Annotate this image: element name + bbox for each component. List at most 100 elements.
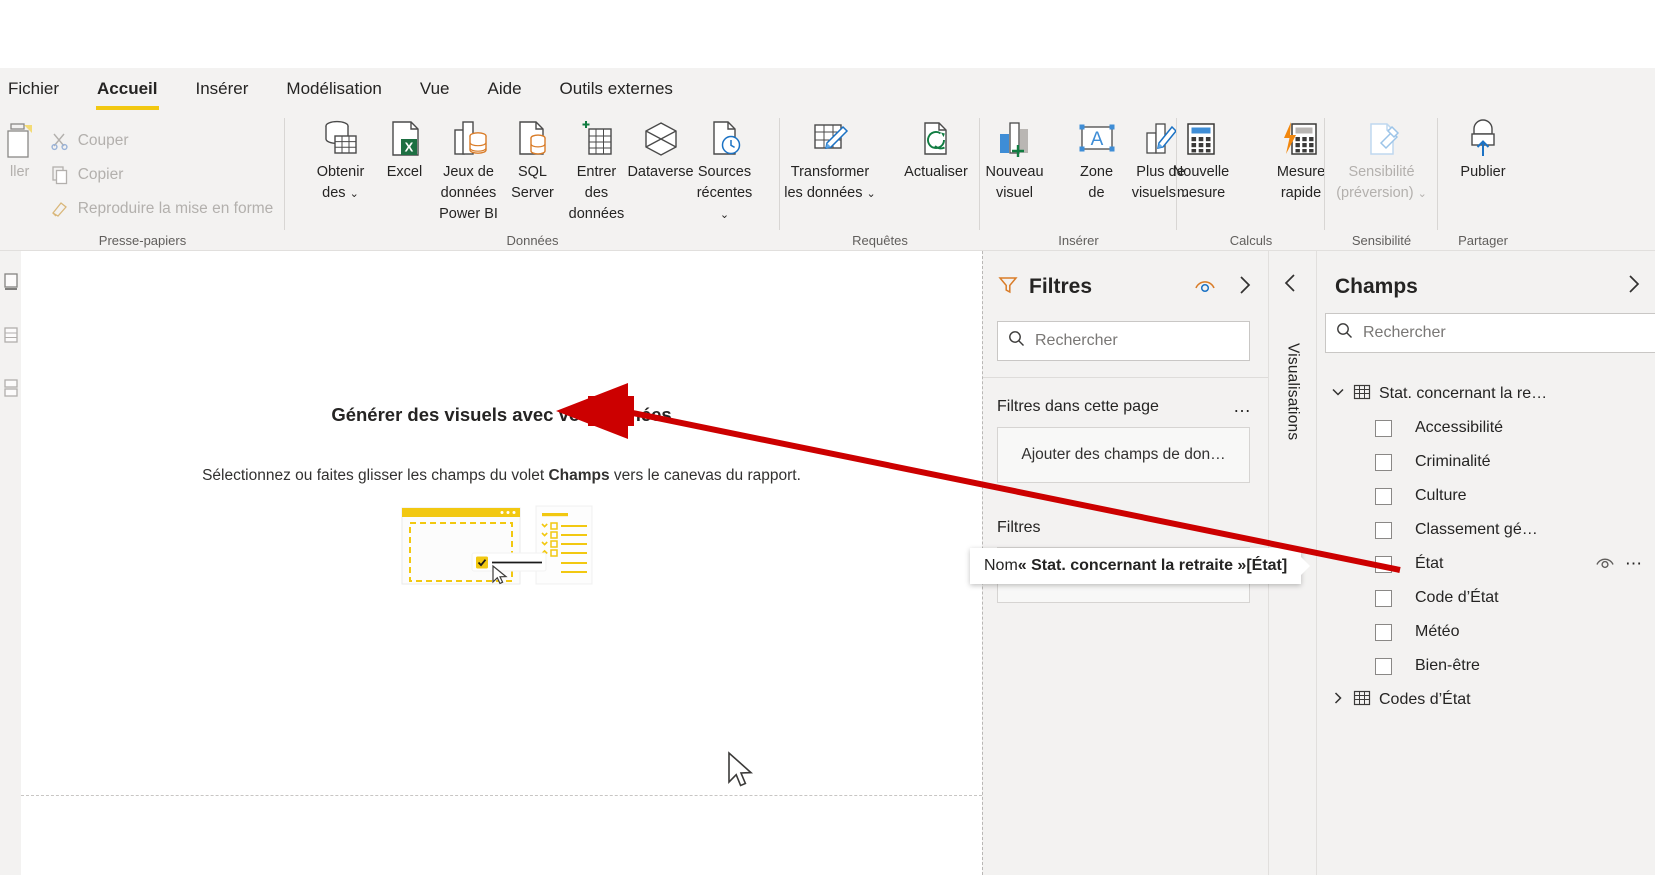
enter-data-button[interactable]: Entrer des données xyxy=(565,116,629,225)
field-label: Criminalité xyxy=(1415,453,1491,470)
more-ellipsis-icon[interactable]: ⋯ xyxy=(1625,554,1643,574)
field-label: Culture xyxy=(1415,487,1467,504)
paste-button[interactable]: ller xyxy=(0,116,48,183)
table-icon xyxy=(1353,383,1371,406)
fields-table-label: Stat. concernant la re… xyxy=(1379,385,1548,402)
report-page[interactable]: Générer des visuels avec vos données Sél… xyxy=(21,251,982,796)
field-checkbox[interactable] xyxy=(1375,487,1392,505)
filters-search-input[interactable]: Rechercher xyxy=(997,321,1250,361)
fields-search-input[interactable]: Rechercher xyxy=(1325,313,1655,353)
field-checkbox[interactable] xyxy=(1375,623,1392,641)
new-measure-button[interactable]: Nouvelle mesure xyxy=(1151,116,1251,204)
model-view-icon[interactable] xyxy=(3,379,19,402)
power-bi-desktop-window: Fichier Accueil Insérer Modélisation Vue… xyxy=(0,0,1655,875)
sql-server-icon xyxy=(510,116,556,162)
excel-button[interactable]: X Excel xyxy=(373,116,437,183)
hidden-eye-icon[interactable] xyxy=(1595,555,1615,574)
filters-page-section-header: Filtres dans cette page … xyxy=(983,378,1268,417)
publish-label: Publier xyxy=(1460,164,1506,180)
ribbon-tab-bar: Fichier Accueil Insérer Modélisation Vue… xyxy=(0,68,1655,110)
recent-sources-icon xyxy=(702,116,748,162)
cut-button[interactable]: Couper xyxy=(48,124,274,158)
powerbi-datasets-label: Jeux de données Power BI xyxy=(439,164,498,223)
report-view-icon[interactable] xyxy=(3,273,19,296)
scissors-icon xyxy=(51,133,68,151)
transform-data-button[interactable]: Transformer les données ⌄ xyxy=(774,116,886,204)
field-classement-general[interactable]: Classement gé… xyxy=(1317,513,1655,547)
tab-label: Fichier xyxy=(8,79,60,98)
filters-all-section-header: Filtres xyxy=(983,483,1268,537)
field-culture[interactable]: Culture xyxy=(1317,479,1655,513)
sensitivity-button[interactable]: Sensibilité (préversion) ⌄ xyxy=(1326,116,1438,204)
fields-expand-icon[interactable] xyxy=(1627,274,1641,300)
tooltip-suffix: [État] xyxy=(1246,557,1288,574)
field-checkbox[interactable] xyxy=(1375,453,1392,471)
empty-canvas-title: Générer des visuels avec vos données xyxy=(331,404,672,425)
dataverse-button[interactable]: Dataverse xyxy=(627,116,694,183)
dataverse-label: Dataverse xyxy=(627,164,694,180)
publish-button[interactable]: Publier xyxy=(1433,116,1533,183)
fields-table-codes-etat[interactable]: Codes d’État xyxy=(1317,683,1655,717)
field-accessibilite[interactable]: Accessibilité xyxy=(1317,411,1655,445)
group-label-donnees: Données xyxy=(506,233,559,248)
visualizations-collapse-icon[interactable] xyxy=(1283,273,1297,299)
sensitivity-icon xyxy=(1359,116,1405,162)
text-box-label: Zone de xyxy=(1079,164,1114,202)
tab-accueil[interactable]: Accueil xyxy=(81,75,173,110)
field-checkbox[interactable] xyxy=(1375,419,1392,437)
tab-modelisation[interactable]: Modélisation xyxy=(270,75,397,103)
filters-expand-icon[interactable] xyxy=(1238,275,1252,300)
group-label-requetes: Requêtes xyxy=(852,233,908,248)
field-checkbox[interactable] xyxy=(1375,521,1392,539)
chevron-down-icon[interactable] xyxy=(1331,385,1345,404)
field-bien-etre[interactable]: Bien-être xyxy=(1317,649,1655,683)
hidden-eye-icon[interactable] xyxy=(1194,277,1216,298)
filters-title: Filtres xyxy=(1029,275,1093,298)
new-visual-button[interactable]: Nouveau visuel xyxy=(965,116,1065,204)
filters-page-dropzone[interactable]: Ajouter des champs de don… xyxy=(997,427,1250,483)
format-painter-label: Reproduire la mise en forme xyxy=(77,200,274,217)
chevron-right-icon[interactable] xyxy=(1331,691,1345,710)
format-painter-button[interactable]: Reproduire la mise en forme xyxy=(48,192,274,226)
get-data-button[interactable]: Obtenir des ⌄ xyxy=(309,116,373,204)
field-meteo[interactable]: Météo xyxy=(1317,615,1655,649)
tab-inserer[interactable]: Insérer xyxy=(180,75,265,103)
transform-data-label: Transformer les données ⌄ xyxy=(784,164,876,202)
tab-vue[interactable]: Vue xyxy=(404,75,466,103)
report-canvas[interactable]: Générer des visuels avec vos données Sél… xyxy=(21,251,982,875)
table-icon xyxy=(1353,689,1371,712)
sql-server-button[interactable]: SQL Server xyxy=(501,116,565,204)
tab-label: Modélisation xyxy=(286,79,382,98)
sensitivity-label: Sensibilité (préversion) ⌄ xyxy=(1336,164,1427,202)
tab-label: Insérer xyxy=(195,79,249,98)
refresh-icon xyxy=(913,116,959,162)
tab-outils-externes[interactable]: Outils externes xyxy=(544,75,689,103)
visualizations-label: Visualisations xyxy=(1284,343,1302,441)
fields-table-stat-retraite[interactable]: Stat. concernant la re… xyxy=(1317,377,1655,411)
quick-measure-icon xyxy=(1278,116,1324,162)
paste-icon xyxy=(2,116,38,162)
field-checkbox[interactable] xyxy=(1375,589,1392,607)
field-checkbox[interactable] xyxy=(1375,657,1392,675)
copy-icon xyxy=(52,166,67,185)
ribbon-group-sensibilite: Sensibilité (préversion) ⌄ Sensibilité xyxy=(1325,110,1438,251)
field-criminalite[interactable]: Criminalité xyxy=(1317,445,1655,479)
group-label-presse-papiers: Presse-papiers xyxy=(98,233,187,248)
filters-header: Filtres xyxy=(983,251,1268,307)
ribbon-group-partager: Publier Partager xyxy=(1438,110,1528,251)
recent-sources-button[interactable]: Sources récentes ⌄ xyxy=(693,116,757,225)
data-view-icon[interactable] xyxy=(3,326,19,349)
text-box-button[interactable]: A Zone de xyxy=(1065,116,1129,204)
fields-pane: Champs Rechercher Stat. concernant la re… xyxy=(1316,251,1655,875)
field-checkbox[interactable] xyxy=(1375,555,1392,573)
new-visual-label: Nouveau visuel xyxy=(985,164,1044,202)
tab-aide[interactable]: Aide xyxy=(472,75,538,103)
ribbon-group-presse-papiers: ller Couper Copier Reproduire la mise en… xyxy=(0,110,285,251)
field-etat[interactable]: État ⋯ xyxy=(1317,547,1655,581)
field-code-etat[interactable]: Code d’État xyxy=(1317,581,1655,615)
tab-fichier[interactable]: Fichier xyxy=(0,75,75,103)
powerbi-datasets-button[interactable]: Jeux de données Power BI xyxy=(437,116,501,225)
paste-label: ller xyxy=(10,164,30,180)
filters-page-more-icon[interactable]: … xyxy=(1233,396,1252,417)
copy-button[interactable]: Copier xyxy=(48,158,274,192)
